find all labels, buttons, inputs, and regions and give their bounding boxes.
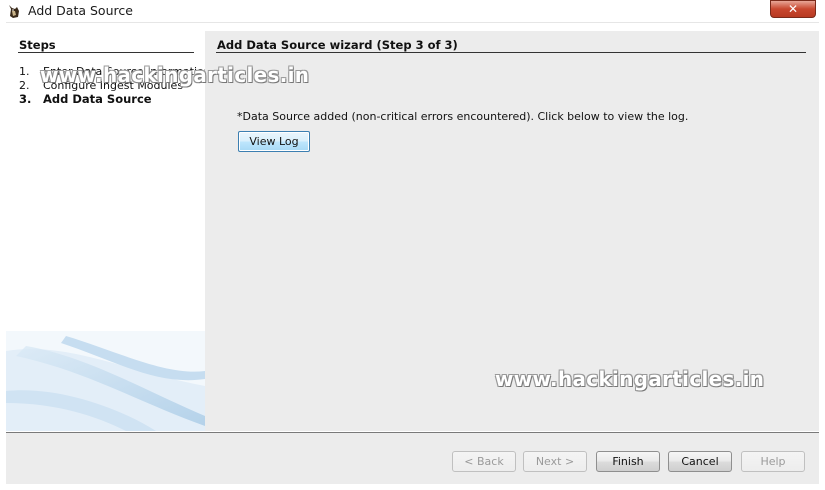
next-button[interactable]: Next > [523,451,587,472]
step-item-add-data-source: 3. Add Data Source [19,92,152,106]
steps-panel: Steps 1. Enter Data Source Information 2.… [6,31,205,431]
autopsy-dog-icon [9,5,19,18]
title-bar: Add Data Source ✕ [0,0,825,23]
status-message: *Data Source added (non-critical errors … [237,110,689,123]
decorative-swoosh-graphic [6,331,205,431]
cancel-button[interactable]: Cancel [668,451,732,472]
steps-heading: Steps [19,38,56,52]
window-title: Add Data Source [28,3,133,18]
watermark-text: www.hackingarticles.in [495,367,765,391]
step-label: Add Data Source [43,92,152,106]
steps-divider [18,52,194,53]
close-icon: ✕ [787,2,799,16]
watermark-text: www.hackingarticles.in [40,63,310,87]
help-button[interactable]: Help [741,451,805,472]
wizard-title-divider [216,52,806,53]
wizard-step-title: Add Data Source wizard (Step 3 of 3) [217,38,458,52]
step-number: 3. [19,92,32,106]
finish-button[interactable]: Finish [596,451,660,472]
view-log-button[interactable]: View Log [238,131,310,152]
back-button[interactable]: < Back [452,451,516,472]
close-button[interactable]: ✕ [770,0,816,18]
